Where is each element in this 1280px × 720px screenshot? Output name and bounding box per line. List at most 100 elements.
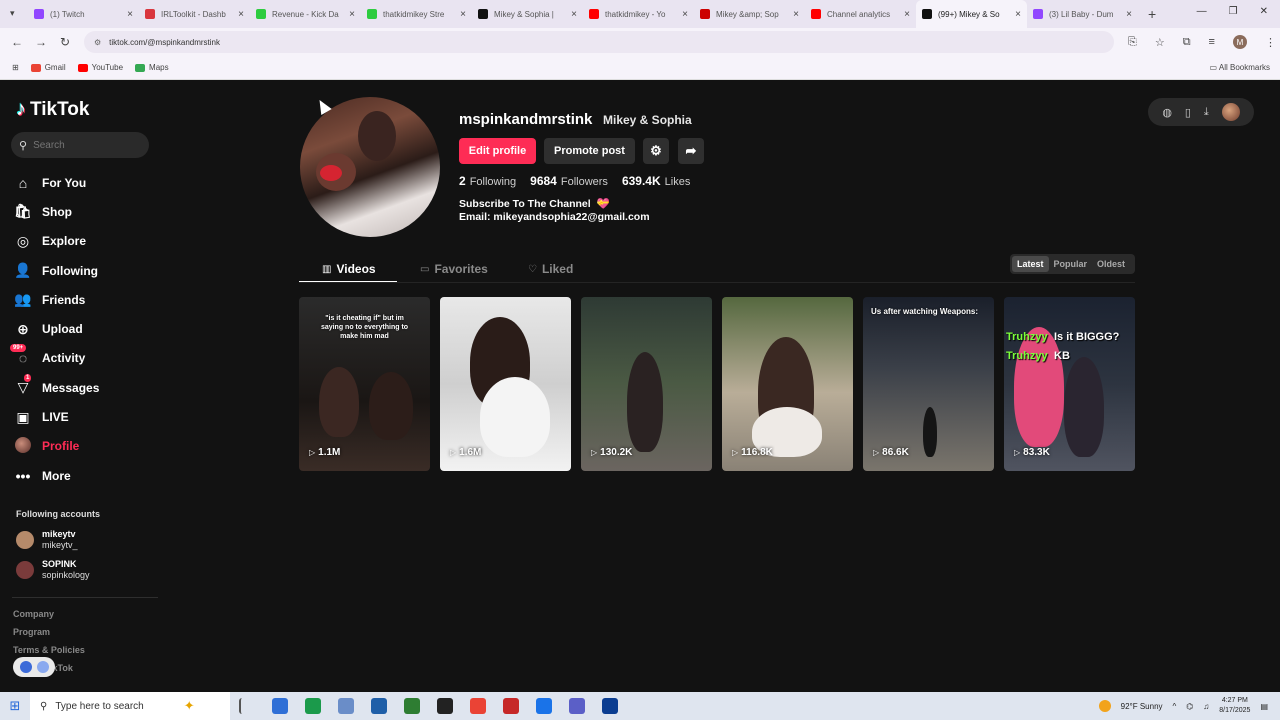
sidebar-item-activity[interactable]: ◌ 99+ Activity (10, 344, 99, 373)
promote-post-button[interactable]: Promote post (544, 138, 635, 164)
close-tab-icon[interactable]: × (127, 9, 133, 20)
browser-tab[interactable]: Mikey &amp; Sop × (694, 0, 805, 28)
media-icon[interactable]: ≡ (1209, 36, 1215, 48)
footer-link[interactable]: Terms & Policies (13, 645, 85, 655)
sort-latest[interactable]: Latest (1012, 256, 1049, 272)
taskbar-app[interactable] (329, 692, 362, 720)
close-tab-icon[interactable]: × (1015, 9, 1021, 20)
video-thumbnail[interactable]: "is it cheating if" but im saying no to … (299, 297, 430, 471)
edit-profile-button[interactable]: Edit profile (459, 138, 536, 164)
taskbar-app[interactable] (494, 692, 527, 720)
site-info-icon[interactable]: ⚙ (94, 38, 101, 47)
forward-icon[interactable]: → (34, 35, 48, 49)
video-thumbnail[interactable]: ▷ 116.8K (722, 297, 853, 471)
footer-link[interactable]: Company (13, 609, 54, 619)
close-tab-icon[interactable]: × (238, 9, 244, 20)
minimize-icon[interactable]: — (1197, 6, 1207, 17)
video-thumbnail[interactable]: Us after watching Weapons: ▷ 86.6K (863, 297, 994, 471)
tab-videos[interactable]: ▥ Videos (322, 256, 376, 282)
taskbar-app[interactable] (593, 692, 626, 720)
download-icon[interactable]: ⤓ (1204, 106, 1209, 119)
following-account[interactable]: SOPINK sopinkology (16, 559, 90, 581)
sidebar-item-live[interactable]: ▣ LIVE (14, 402, 99, 431)
browser-tab[interactable]: Mikey & Sophia | × (472, 0, 583, 28)
sidebar-item-explore[interactable]: ◎ Explore (14, 227, 99, 256)
video-thumbnail[interactable]: Truhzyy Is it BIGGG? Truhzyy KB ▷ 83.3K (1004, 297, 1135, 471)
restore-icon[interactable]: ❐ (1229, 6, 1238, 17)
apps-icon[interactable]: ⊞ (12, 63, 19, 72)
browser-tab[interactable]: Revenue - Kick Da × (250, 0, 361, 28)
sidebar-item-more[interactable]: ••• More (14, 461, 99, 490)
taskbar-app[interactable] (560, 692, 593, 720)
footer-link[interactable]: Program (13, 627, 50, 637)
close-tab-icon[interactable]: × (349, 9, 355, 20)
bookmark-maps[interactable]: Maps (135, 63, 169, 72)
sort-popular[interactable]: Popular (1049, 256, 1093, 272)
sidebar-item-for-you[interactable]: ⌂ For You (14, 168, 99, 197)
profile-avatar[interactable] (300, 97, 440, 237)
stat-label-following[interactable]: Following (470, 176, 516, 188)
tiktok-logo[interactable]: ♪ TikTok (16, 98, 89, 121)
install-icon[interactable]: ⎘ (1128, 36, 1137, 49)
taskbar-app[interactable] (263, 692, 296, 720)
browser-tab[interactable]: thatkidmikey - Yo × (583, 0, 694, 28)
taskbar-app[interactable] (296, 692, 329, 720)
sidebar-item-friends[interactable]: 👥 Friends (14, 285, 99, 314)
taskbar-app[interactable] (461, 692, 494, 720)
network-icon[interactable]: ⌬ (1186, 702, 1193, 711)
close-tab-icon[interactable]: × (682, 9, 688, 20)
sidebar-item-shop[interactable]: 🛍 Shop (14, 197, 99, 226)
back-icon[interactable]: ← (10, 35, 24, 49)
share-icon[interactable]: ➦ (678, 138, 704, 164)
taskbar-app[interactable] (230, 692, 263, 720)
sidebar-item-messages[interactable]: ▽ 1 Messages (14, 373, 99, 402)
close-window-icon[interactable]: ✕ (1260, 6, 1268, 17)
close-tab-icon[interactable]: × (571, 9, 577, 20)
all-bookmarks[interactable]: ▭ All Bookmarks (1210, 63, 1270, 72)
taskbar-app[interactable] (395, 692, 428, 720)
user-avatar[interactable] (1221, 103, 1240, 121)
browser-tab[interactable]: thatkidmikey Stre × (361, 0, 472, 28)
taskbar-search[interactable]: ⚲ Type here to search ✦ (30, 692, 230, 720)
close-tab-icon[interactable]: × (460, 9, 466, 20)
tab-search-icon[interactable]: ▾ (10, 8, 15, 19)
tab-favorites[interactable]: ▭ Favorites (420, 256, 488, 282)
sidebar-item-following[interactable]: 👤 Following (14, 256, 99, 285)
volume-icon[interactable]: ♫ (1203, 702, 1209, 711)
close-tab-icon[interactable]: × (793, 9, 799, 20)
taskbar-app[interactable] (362, 692, 395, 720)
clock[interactable]: 4:27 PM 8/17/2025 (1219, 696, 1250, 716)
browser-tab[interactable]: Channel analytics × (805, 0, 916, 28)
chevron-up-icon[interactable]: ^ (1173, 702, 1177, 711)
notifications-icon[interactable]: ▤ (1260, 702, 1268, 711)
video-thumbnail[interactable]: ▷ 130.2K (581, 297, 712, 471)
bookmark-star-icon[interactable]: ☆ (1155, 36, 1165, 49)
browser-tab[interactable]: IRLToolkit - Dashb × (139, 0, 250, 28)
tab-liked[interactable]: ♡ Liked (528, 256, 573, 282)
browser-tab[interactable]: (1) Twitch × (28, 0, 139, 28)
stat-label-followers[interactable]: Followers (561, 176, 608, 188)
taskbar-app[interactable] (428, 692, 461, 720)
sidebar-item-profile[interactable]: Profile (14, 432, 99, 461)
browser-menu-icon[interactable]: ⋮ (1265, 36, 1276, 49)
coins-icon[interactable]: ◍ (1162, 106, 1172, 119)
windows-start-icon[interactable]: ⊞ (0, 698, 30, 714)
browser-tab[interactable]: (3) Lil Baby - Dum × (1027, 0, 1138, 28)
reload-icon[interactable]: ↻ (58, 35, 72, 49)
close-tab-icon[interactable]: × (1126, 9, 1132, 20)
device-icon[interactable]: ▯ (1185, 106, 1191, 119)
taskbar-app[interactable] (527, 692, 560, 720)
close-tab-icon[interactable]: × (904, 9, 910, 20)
bookmark-youtube[interactable]: YouTube (77, 63, 123, 72)
sort-oldest[interactable]: Oldest (1092, 256, 1130, 272)
extensions-icon[interactable]: ⧉ (1183, 36, 1191, 49)
video-thumbnail[interactable]: ▷ 1.6M (440, 297, 571, 471)
bookmark-gmail[interactable]: Gmail (30, 63, 66, 72)
following-account[interactable]: mikeytv mikeytv_ (16, 529, 78, 551)
settings-gear-icon[interactable]: ⚙ (643, 138, 669, 164)
browser-profile-avatar[interactable]: M (1232, 35, 1247, 49)
cookie-settings-toggle[interactable] (13, 657, 55, 677)
new-tab-icon[interactable]: + (1148, 6, 1156, 22)
browser-tab[interactable]: (99+) Mikey & So × (916, 0, 1027, 28)
stat-label-likes[interactable]: Likes (665, 176, 691, 188)
